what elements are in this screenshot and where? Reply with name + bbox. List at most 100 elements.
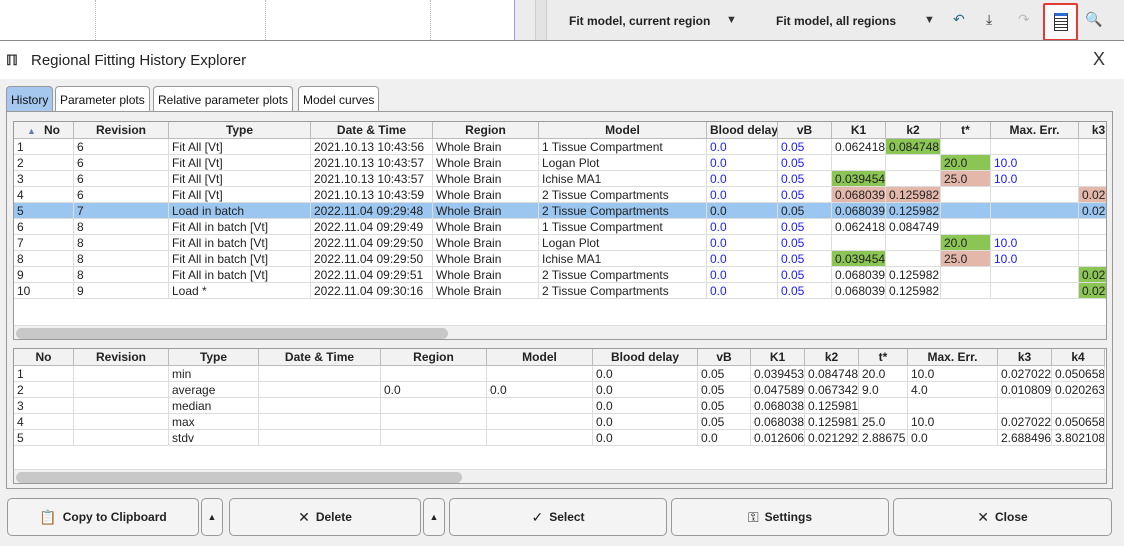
column-header-label: No	[35, 350, 52, 364]
column-header[interactable]: Max. Err.	[991, 122, 1079, 139]
column-header[interactable]: k2	[805, 349, 859, 366]
tab-relative-parameter-plots[interactable]: Relative parameter plots	[153, 86, 294, 111]
history-table[interactable]: ▲ No Revision Type Date & Time Region Model Blo…	[13, 121, 1107, 340]
undo-icon[interactable]: ↶	[953, 11, 965, 28]
column-header[interactable]: vB	[698, 349, 751, 366]
tab-history[interactable]: History	[6, 86, 54, 111]
close-button[interactable]: ✕ Close	[893, 498, 1112, 536]
column-header[interactable]: No	[14, 349, 74, 366]
dropdown-arrow-icon[interactable]: ▼	[924, 14, 935, 26]
column-header[interactable]: K1	[832, 122, 886, 139]
column-header[interactable]: Type	[169, 122, 311, 139]
column-header[interactable]: t*	[941, 122, 991, 139]
column-header-label: k2	[906, 123, 920, 137]
delete-button[interactable]: ✕ Delete	[229, 498, 421, 536]
delete-options-button[interactable]: ▲	[423, 498, 445, 536]
table-cell: 0.05	[778, 171, 832, 187]
table-cell: 4	[14, 187, 74, 203]
column-header[interactable]: ▲ No	[14, 122, 74, 139]
tab-model-curves[interactable]: Model curves	[298, 86, 380, 111]
table-cell: Fit All in batch [Vt]	[169, 251, 311, 267]
table-cell: 6	[74, 139, 169, 155]
table-cell: 0.0	[593, 398, 698, 414]
table-cell: 0.0	[707, 235, 778, 251]
fit-current-region-button[interactable]: Fit model, current region	[569, 14, 710, 28]
history-table-button[interactable]	[1043, 3, 1078, 41]
tab-parameter-plots[interactable]: Parameter plots	[55, 86, 150, 111]
column-header[interactable]: Date & Time	[311, 122, 433, 139]
column-header[interactable]: Blood delay	[707, 122, 778, 139]
copy-options-button[interactable]: ▲	[201, 498, 223, 536]
column-header[interactable]: vB	[778, 122, 832, 139]
column-header-label: vB	[716, 350, 732, 364]
table-cell: 0.027	[1079, 283, 1106, 299]
button-label: Delete	[315, 510, 352, 524]
table-cell: 0.027022	[998, 366, 1052, 382]
settings-button[interactable]: ⚿ Settings	[671, 498, 889, 536]
table-cell: 0.05	[778, 187, 832, 203]
column-header[interactable]: Model	[539, 122, 707, 139]
table-cell: 0.039454	[832, 251, 886, 267]
table-cell: 0.0	[593, 382, 698, 398]
table-cell	[941, 283, 991, 299]
table-cell: Fit All [Vt]	[169, 171, 311, 187]
table-cell: 0.068039	[832, 267, 886, 283]
fit-all-regions-button[interactable]: Fit model, all regions	[776, 14, 896, 28]
table-cell: max	[169, 414, 259, 430]
column-header[interactable]: t*	[859, 349, 908, 366]
table-cell: 0.0	[593, 366, 698, 382]
history-table-icon	[1054, 13, 1068, 31]
table-cell: 0.0	[381, 382, 487, 398]
table-cell: Whole Brain	[433, 155, 539, 171]
column-header[interactable]: k3	[998, 349, 1052, 366]
key-icon: ⚿	[748, 508, 759, 525]
column-header-label: k3	[1017, 350, 1032, 364]
table-cell: Whole Brain	[433, 203, 539, 219]
dropdown-arrow-icon[interactable]: ▼	[726, 14, 737, 26]
table-cell: 0.0	[593, 430, 698, 446]
statistics-table[interactable]: No Revision Type Date & Time Region Model Bloo…	[13, 348, 1107, 484]
table-cell: 0.0	[707, 155, 778, 171]
scrollbar-thumb[interactable]	[16, 472, 462, 483]
table-cell: 6	[74, 155, 169, 171]
table-cell: 25.0	[941, 171, 991, 187]
table-cell	[886, 235, 941, 251]
column-header[interactable]: k4	[1052, 349, 1105, 366]
table-cell: 0.062418	[832, 219, 886, 235]
redo-icon[interactable]: ↷	[1018, 11, 1030, 28]
column-header[interactable]: Region	[381, 349, 487, 366]
table-cell	[1079, 171, 1106, 187]
column-header[interactable]: K1	[751, 349, 805, 366]
table-cell: 6	[74, 187, 169, 203]
close-window-button[interactable]: X	[1093, 49, 1105, 70]
table-cell	[74, 398, 169, 414]
column-header[interactable]: Region	[433, 122, 539, 139]
column-header[interactable]: Model	[487, 349, 593, 366]
table-cell: 0.05	[698, 414, 751, 430]
table-cell: 0.068039	[832, 187, 886, 203]
scrollbar-thumb[interactable]	[16, 328, 448, 339]
inspect-icon[interactable]: 🔍	[1085, 11, 1102, 28]
column-header[interactable]: k2	[886, 122, 941, 139]
button-label: Select	[549, 510, 585, 524]
select-button[interactable]: ✓ Select	[449, 498, 667, 536]
button-label: Close	[995, 510, 1028, 524]
column-header[interactable]: Type	[169, 349, 259, 366]
copy-to-clipboard-button[interactable]: 📋 Copy to Clipboard	[7, 498, 199, 536]
table-cell: 4.0	[908, 382, 998, 398]
history-horizontal-scrollbar[interactable]	[14, 325, 1106, 339]
triangle-up-icon: ▲	[429, 512, 439, 522]
table-cell	[991, 187, 1079, 203]
column-header[interactable]: k3	[1079, 122, 1106, 139]
table-cell: 2 Tissue Compartments	[539, 283, 707, 299]
column-header[interactable]: Max. Err.	[908, 349, 998, 366]
column-header[interactable]: Blood delay	[593, 349, 698, 366]
statistics-horizontal-scrollbar[interactable]	[14, 469, 1106, 483]
column-header[interactable]: Date & Time	[259, 349, 381, 366]
table-cell: 0.0	[698, 430, 751, 446]
table-cell: 0.047589	[751, 382, 805, 398]
download-icon[interactable]: ⤓	[986, 11, 992, 28]
checkmark-icon: ✓	[531, 508, 544, 525]
column-header[interactable]: Revision	[74, 349, 169, 366]
column-header[interactable]: Revision	[74, 122, 169, 139]
